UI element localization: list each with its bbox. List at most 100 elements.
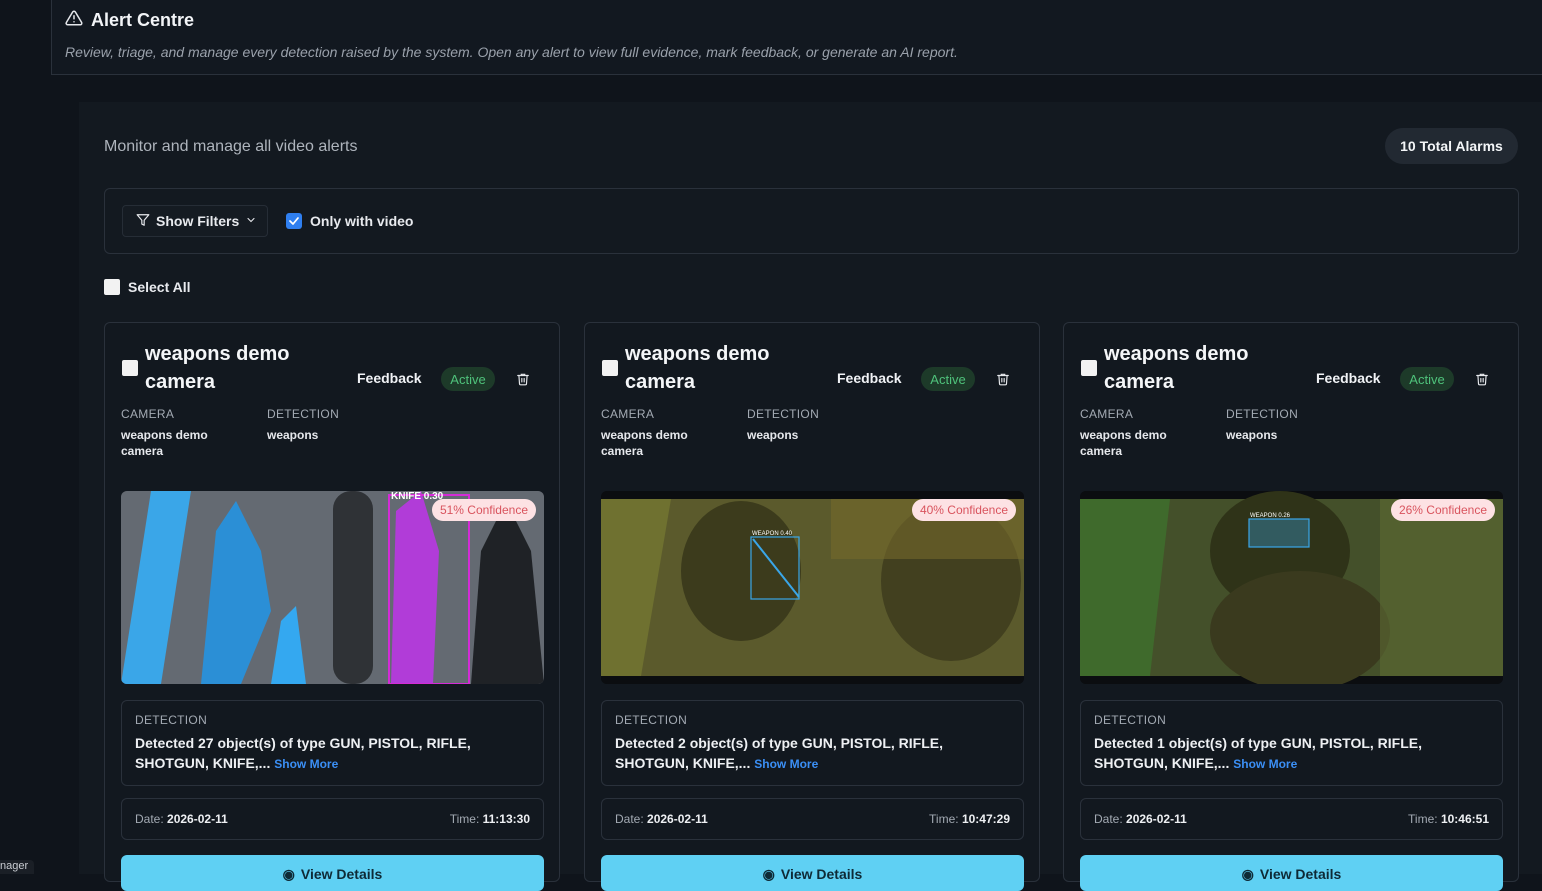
trash-icon[interactable] [996, 371, 1010, 392]
confidence-badge: 26% Confidence [1390, 499, 1495, 521]
datetime-box: Date: 2026-02-11 Time: 11:13:30 [121, 798, 544, 840]
time-row: Time: 11:13:30 [450, 812, 530, 826]
view-details-label: View Details [1259, 866, 1342, 882]
eye-icon: ◉ [1241, 866, 1254, 882]
alert-thumbnail[interactable]: KNIFE 0.30 51% Confidence [121, 491, 544, 684]
detection-text-wrap: Detected 1 object(s) of type GUN, PISTOL… [1094, 733, 1484, 774]
select-all[interactable]: Select All [104, 279, 191, 295]
time-value: 11:13:30 [482, 812, 530, 826]
status-badge: Active [1400, 367, 1454, 391]
select-all-checkbox[interactable] [104, 279, 120, 295]
time-value: 10:47:29 [961, 812, 1010, 826]
trash-icon[interactable] [1475, 371, 1489, 392]
detection-box: DETECTION Detected 27 object(s) of type … [121, 700, 544, 786]
date-value: 2026-02-11 [647, 812, 708, 826]
detection-value: weapons [267, 428, 319, 442]
alert-card-title: weapons demo camera [1104, 343, 1249, 393]
detection-text-wrap: Detected 27 object(s) of type GUN, PISTO… [135, 733, 525, 774]
camera-label: CAMERA [121, 407, 175, 421]
confidence-badge: 40% Confidence [911, 499, 1016, 521]
date-value: 2026-02-11 [1126, 812, 1187, 826]
detection-box-label: DETECTION [615, 713, 688, 727]
alert-card: weapons demo camera Feedback Active CAME… [104, 322, 560, 891]
chevron-down-icon [245, 213, 257, 229]
select-all-label: Select All [128, 279, 191, 295]
alert-card: weapons demo camera Feedback Active CAME… [584, 322, 1040, 891]
camera-value: weapons demo camera [121, 428, 208, 458]
sidebar-tag[interactable]: nager [0, 860, 34, 874]
date-row: Date: 2026-02-11 [1094, 812, 1187, 826]
show-more-link[interactable]: Show More [1233, 757, 1297, 771]
date-row: Date: 2026-02-11 [135, 812, 228, 826]
detection-text-wrap: Detected 2 object(s) of type GUN, PISTOL… [615, 733, 1005, 774]
alert-card-title: weapons demo camera [145, 343, 290, 393]
eye-icon: ◉ [282, 866, 295, 882]
time-row: Time: 10:47:29 [929, 812, 1010, 826]
detection-label: DETECTION [267, 407, 340, 421]
show-more-link[interactable]: Show More [754, 757, 818, 771]
left-rail: nager [0, 0, 51, 874]
page-title-row: Alert Centre [65, 9, 194, 32]
detection-box-label: DETECTION [1094, 713, 1167, 727]
eye-icon: ◉ [762, 866, 775, 882]
camera-value: weapons demo camera [601, 428, 688, 458]
only-with-video-label: Only with video [310, 213, 414, 229]
overlay-label: WEAPON 0.40 [752, 531, 793, 537]
overlay-label: WEAPON 0.26 [1250, 513, 1291, 519]
alert-card-title: weapons demo camera [625, 343, 770, 393]
total-alarms-badge: 10 Total Alarms [1385, 128, 1518, 164]
page-subtitle: Review, triage, and manage every detecti… [65, 44, 958, 60]
show-more-link[interactable]: Show More [274, 757, 338, 771]
datetime-box: Date: 2026-02-11 Time: 10:47:29 [601, 798, 1024, 840]
time-value: 10:46:51 [1440, 812, 1489, 826]
monitor-text: Monitor and manage all video alerts [104, 138, 358, 155]
only-with-video-toggle[interactable]: Only with video [286, 213, 413, 229]
alert-card: weapons demo camera Feedback Active CAME… [1063, 322, 1519, 891]
status-badge: Active [441, 367, 495, 391]
time-label: Time: [449, 812, 480, 826]
detection-box: DETECTION Detected 1 object(s) of type G… [1080, 700, 1503, 786]
date-label: Date: [135, 812, 164, 826]
view-details-label: View Details [300, 866, 383, 882]
date-value: 2026-02-11 [167, 812, 228, 826]
alert-thumbnail[interactable]: WEAPON 0.40 40% Confidence [601, 491, 1024, 684]
detection-value: weapons [747, 428, 799, 442]
detection-box: DETECTION Detected 2 object(s) of type G… [601, 700, 1024, 786]
show-filters-label: Show Filters [156, 213, 240, 229]
view-details-button[interactable]: ◉ View Details [1080, 855, 1503, 891]
date-label: Date: [615, 812, 644, 826]
date-label: Date: [1094, 812, 1123, 826]
detection-label: DETECTION [747, 407, 820, 421]
camera-value: weapons demo camera [1080, 428, 1167, 458]
camera-label: CAMERA [1080, 407, 1134, 421]
confidence-badge: 51% Confidence [431, 499, 536, 521]
alert-card-checkbox[interactable] [602, 360, 618, 376]
feedback-button[interactable]: Feedback [1316, 370, 1381, 386]
detection-value: weapons [1226, 428, 1278, 442]
filter-icon [136, 213, 150, 230]
alert-thumbnail[interactable]: WEAPON 0.26 26% Confidence [1080, 491, 1503, 684]
detection-box-label: DETECTION [135, 713, 208, 727]
time-label: Time: [1408, 812, 1438, 826]
alert-card-checkbox[interactable] [122, 360, 138, 376]
alert-triangle-icon [65, 9, 83, 32]
page-header: Alert Centre Review, triage, and manage … [51, 0, 1542, 75]
page-title: Alert Centre [91, 10, 195, 30]
feedback-button[interactable]: Feedback [357, 370, 422, 386]
datetime-box: Date: 2026-02-11 Time: 10:46:51 [1080, 798, 1503, 840]
alert-card-checkbox[interactable] [1081, 360, 1097, 376]
time-label: Time: [929, 812, 959, 826]
detection-label: DETECTION [1226, 407, 1299, 421]
alerts-panel: Monitor and manage all video alerts 10 T… [79, 102, 1542, 891]
view-details-button[interactable]: ◉ View Details [121, 855, 544, 891]
filter-bar: Show Filters Only with video [104, 188, 1519, 254]
view-details-label: View Details [780, 866, 863, 882]
camera-label: CAMERA [601, 407, 655, 421]
trash-icon[interactable] [516, 371, 530, 392]
time-row: Time: 10:46:51 [1408, 812, 1489, 826]
date-row: Date: 2026-02-11 [615, 812, 708, 826]
view-details-button[interactable]: ◉ View Details [601, 855, 1024, 891]
only-with-video-checkbox[interactable] [286, 213, 302, 229]
feedback-button[interactable]: Feedback [837, 370, 902, 386]
show-filters-button[interactable]: Show Filters [122, 205, 268, 237]
